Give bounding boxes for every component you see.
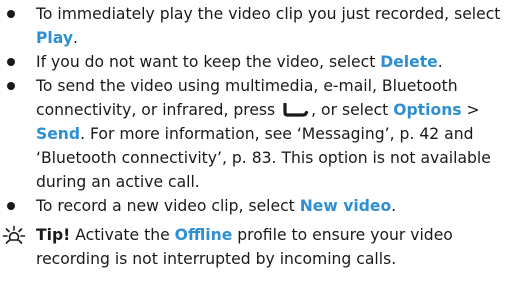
tip-label: Tip! [36,226,71,244]
call-key-icon [283,103,309,117]
bullet-icon [7,58,15,66]
item-text-end: . [437,53,443,71]
item-text-end: . For more information, see ‘Messaging’,… [36,125,491,191]
item-text-end: . [391,197,397,215]
tip-text: Activate the [70,226,175,244]
play-option: Play [36,29,73,47]
delete-option: Delete [380,53,438,71]
list-item-new-video: To record a new video clip, select New v… [0,194,510,218]
item-text-end: . [72,29,78,47]
tip-sun-icon [2,225,26,244]
item-text: If you do not want to keep the video, se… [36,53,381,71]
list-item-play: To immediately play the video clip you j… [0,2,510,50]
send-option: Send [36,125,81,143]
offline-profile: Offline [174,226,233,244]
manual-page: To immediately play the video clip you j… [0,2,510,271]
bullet-icon [7,10,15,18]
tip-box: Tip! Activate the Offline profile to ens… [0,223,510,271]
list-item-send: To send the video using multimedia, e-ma… [0,74,510,194]
item-text-mid: , or select [311,101,394,119]
list-item-delete: If you do not want to keep the video, se… [0,50,510,74]
menu-separator: > [461,101,480,119]
item-text: To record a new video clip, select [36,197,300,215]
instruction-list: To immediately play the video clip you j… [0,2,510,218]
bullet-icon [7,82,15,90]
new-video-option: New video [299,197,392,215]
bullet-icon [7,202,15,210]
options-option: Options [393,101,462,119]
item-text: To immediately play the video clip you j… [36,5,501,23]
